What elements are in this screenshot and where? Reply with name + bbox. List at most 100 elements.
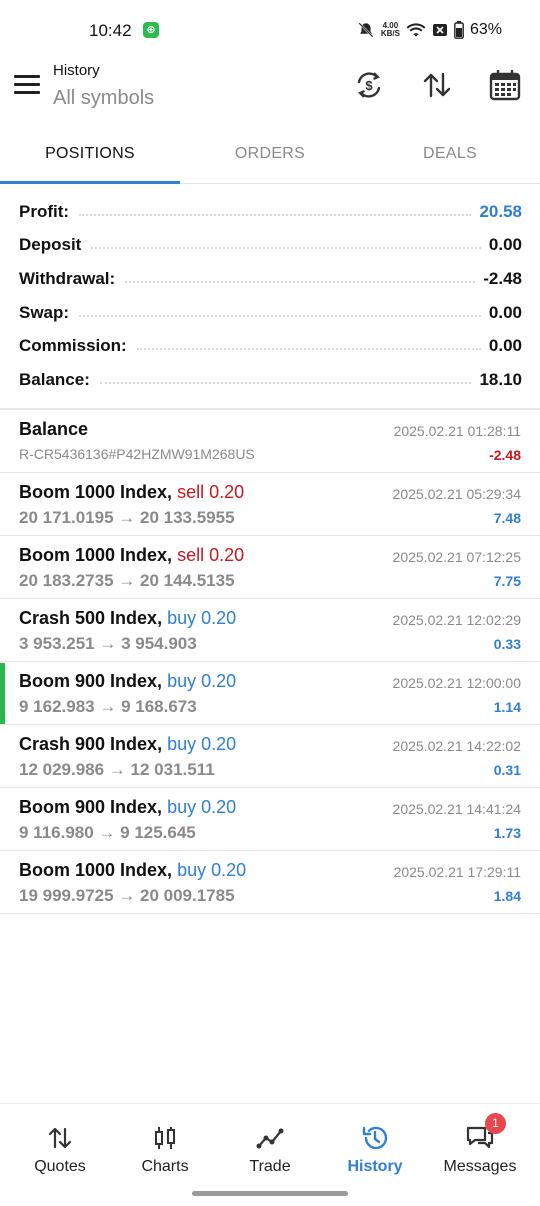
deal-time: 2025.02.21 12:00:00: [392, 675, 521, 691]
deal-symbol: Crash 500 Index,: [19, 608, 163, 628]
deal-comment: R-CR5436136#P42HZMW91M268US: [19, 446, 255, 462]
summary-value: 0.00: [488, 336, 522, 356]
tab-deals[interactable]: DEALS: [360, 128, 540, 183]
nav-trade[interactable]: Trade: [216, 1104, 324, 1184]
summary-value: 18.10: [479, 369, 522, 389]
summary-label: Deposit: [19, 235, 82, 255]
deal-side: buy 0.20: [167, 671, 237, 691]
deal-prices: 12 029.986 → 12 031.511: [19, 760, 215, 779]
nav-quotes[interactable]: Quotes: [6, 1104, 114, 1184]
summary-row-swap: Swap: 0.00: [19, 296, 522, 330]
deal-side: buy 0.20: [177, 860, 247, 880]
sort-button[interactable]: [420, 68, 454, 102]
deal-side: sell 0.20: [177, 545, 245, 565]
mute-icon: [358, 22, 374, 38]
summary-row-profit: Profit: 20.58: [19, 195, 522, 229]
deal-symbol-line: Boom 1000 Index, sell 0.20: [19, 482, 244, 503]
deal-symbol: Crash 900 Index,: [19, 734, 163, 754]
deal-prices: 20 183.2735 → 20 144.5135: [19, 571, 235, 590]
list-item[interactable]: Boom 1000 Index, buy 0.20 19 999.9725 → …: [0, 851, 540, 914]
sort-icon: [423, 72, 451, 98]
dot-leader: [79, 314, 481, 317]
dot-leader: [79, 213, 472, 216]
tab-orders[interactable]: ORDERS: [180, 128, 360, 183]
deal-symbol: Boom 1000 Index,: [19, 482, 173, 502]
list-item[interactable]: Crash 500 Index, buy 0.20 3 953.251 → 3 …: [0, 599, 540, 662]
list-item[interactable]: Boom 1000 Index, sell 0.20 20 183.2735 →…: [0, 536, 540, 599]
deal-prices: 9 162.983 → 9 168.673: [19, 697, 197, 716]
deal-profit: 0.33: [493, 636, 521, 652]
calendar-button[interactable]: [488, 68, 522, 102]
status-time: 10:42: [89, 21, 132, 40]
summary-row-commission: Commission: 0.00: [19, 329, 522, 363]
summary-label: Withdrawal:: [19, 268, 116, 288]
list-item[interactable]: Boom 900 Index, buy 0.20 9 116.980 → 9 1…: [0, 788, 540, 851]
nav-label: Messages: [443, 1158, 517, 1175]
wifi-icon: [406, 23, 426, 37]
deal-symbol: Boom 1000 Index,: [19, 860, 173, 880]
dot-leader: [125, 280, 476, 283]
home-indicator[interactable]: [192, 1191, 348, 1196]
summary-value: 20.58: [479, 201, 522, 221]
list-item[interactable]: Boom 900 Index, buy 0.20 9 162.983 → 9 1…: [0, 662, 540, 725]
deal-side: buy 0.20: [167, 797, 237, 817]
summary-label: Profit:: [19, 201, 70, 221]
nav-label: Trade: [249, 1158, 291, 1175]
nav-history[interactable]: History: [321, 1104, 429, 1184]
deal-time: 2025.02.21 14:41:24: [392, 801, 521, 817]
hamburger-line: [14, 91, 40, 94]
deal-symbol-line: Boom 900 Index, buy 0.20: [19, 671, 236, 692]
dot-leader: [91, 247, 481, 250]
deal-symbol-line: Crash 500 Index, buy 0.20: [19, 608, 236, 629]
tab-positions[interactable]: POSITIONS: [0, 128, 180, 184]
summary-panel: Profit: 20.58 Deposit 0.00 Withdrawal: -2.4…: [19, 195, 522, 397]
sim-off-icon: [432, 24, 447, 36]
unread-badge: 1: [485, 1113, 506, 1134]
deal-symbol-line: Boom 1000 Index, sell 0.20: [19, 545, 244, 566]
nav-charts[interactable]: Charts: [111, 1104, 219, 1184]
dot-leader: [136, 348, 481, 351]
currency-refresh-button[interactable]: $: [352, 68, 386, 102]
list-item[interactable]: Boom 1000 Index, sell 0.20 20 171.0195 →…: [0, 473, 540, 536]
deal-profit: 1.84: [493, 888, 521, 904]
hamburger-icon: [14, 75, 40, 78]
currency-refresh-icon: $: [357, 72, 381, 98]
deal-time: 2025.02.21 17:29:11: [393, 864, 521, 880]
deal-side: buy 0.20: [167, 608, 237, 628]
status-right: 4.00 KB/S 63%: [357, 19, 502, 41]
summary-value: 0.00: [488, 302, 522, 322]
page-title: History: [53, 62, 100, 79]
list-item[interactable]: Balance R-CR5436136#P42HZMW91M268US 2025…: [0, 410, 540, 473]
battery-icon: [454, 21, 464, 39]
summary-label: Balance:: [19, 369, 90, 389]
deal-side: buy 0.20: [167, 734, 237, 754]
trade-icon: [256, 1128, 284, 1149]
summary-label: Commission:: [19, 336, 127, 356]
status-bar: 10:42 ⊕ 4.00 KB/S 63%: [0, 0, 540, 60]
summary-row-withdrawal: Withdrawal: -2.48: [19, 262, 522, 296]
summary-value: -2.48: [483, 268, 522, 288]
deal-profit: -2.48: [489, 447, 521, 463]
nav-label: History: [347, 1158, 403, 1175]
menu-button[interactable]: [14, 75, 40, 97]
list-item[interactable]: Crash 900 Index, buy 0.20 12 029.986 → 1…: [0, 725, 540, 788]
history-icon: [362, 1126, 388, 1150]
battery-percent: 63%: [469, 21, 502, 38]
deal-prices: 19 999.9725 → 20 009.1785: [19, 886, 235, 905]
deal-symbol: Boom 900 Index,: [19, 797, 163, 817]
history-tabs: POSITIONS ORDERS DEALS: [0, 128, 540, 184]
dot-leader: [99, 381, 472, 384]
deal-profit: 7.48: [493, 510, 521, 526]
summary-row-deposit: Deposit 0.00: [19, 229, 522, 263]
nav-label: Charts: [141, 1158, 189, 1175]
hamburger-line: [14, 83, 40, 86]
summary-row-balance: Balance: 18.10: [19, 363, 522, 397]
nav-label: Quotes: [34, 1158, 86, 1175]
svg-text:$: $: [365, 78, 373, 93]
deal-profit: 7.75: [493, 573, 521, 589]
network-speed: 4.00 KB/S: [380, 21, 400, 38]
symbol-filter[interactable]: All symbols: [53, 87, 154, 110]
nav-messages[interactable]: 1 Messages: [426, 1104, 534, 1184]
deal-profit: 1.73: [493, 825, 521, 841]
deal-prices: 9 116.980 → 9 125.645: [19, 823, 196, 842]
